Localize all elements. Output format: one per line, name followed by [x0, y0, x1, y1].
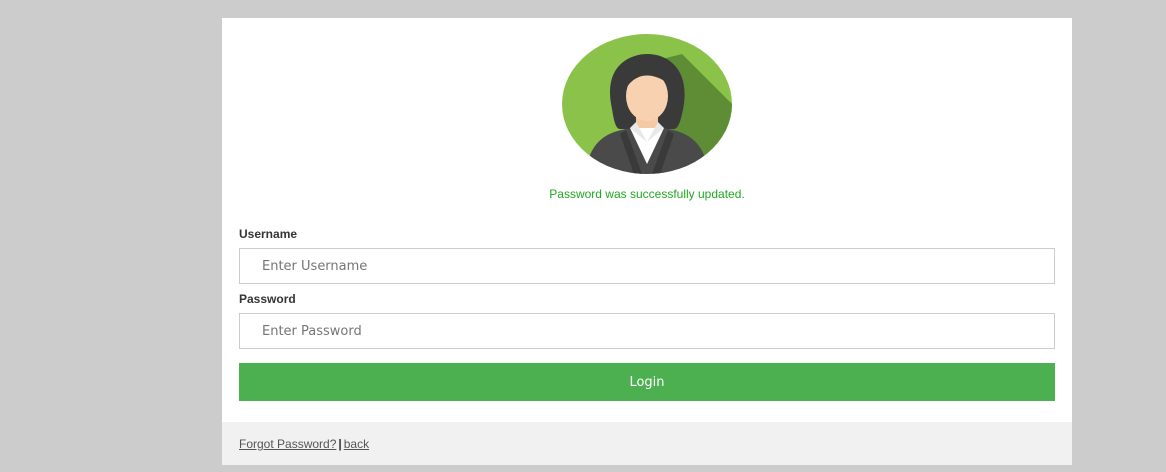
back-link[interactable]: back [344, 437, 369, 451]
footer-links: Forgot Password? | back [239, 437, 369, 451]
user-avatar-icon [562, 34, 732, 174]
card-footer: Forgot Password? | back [222, 422, 1072, 465]
password-input[interactable] [239, 313, 1055, 349]
login-button[interactable]: Login [239, 363, 1055, 401]
username-label: Username [239, 227, 298, 241]
forgot-password-link[interactable]: Forgot Password? [239, 437, 336, 451]
login-card: Password was successfully updated. Usern… [222, 18, 1072, 465]
footer-separator: | [338, 437, 342, 451]
success-message: Password was successfully updated. [549, 187, 745, 201]
username-input[interactable] [239, 248, 1055, 284]
password-label: Password [239, 292, 296, 306]
